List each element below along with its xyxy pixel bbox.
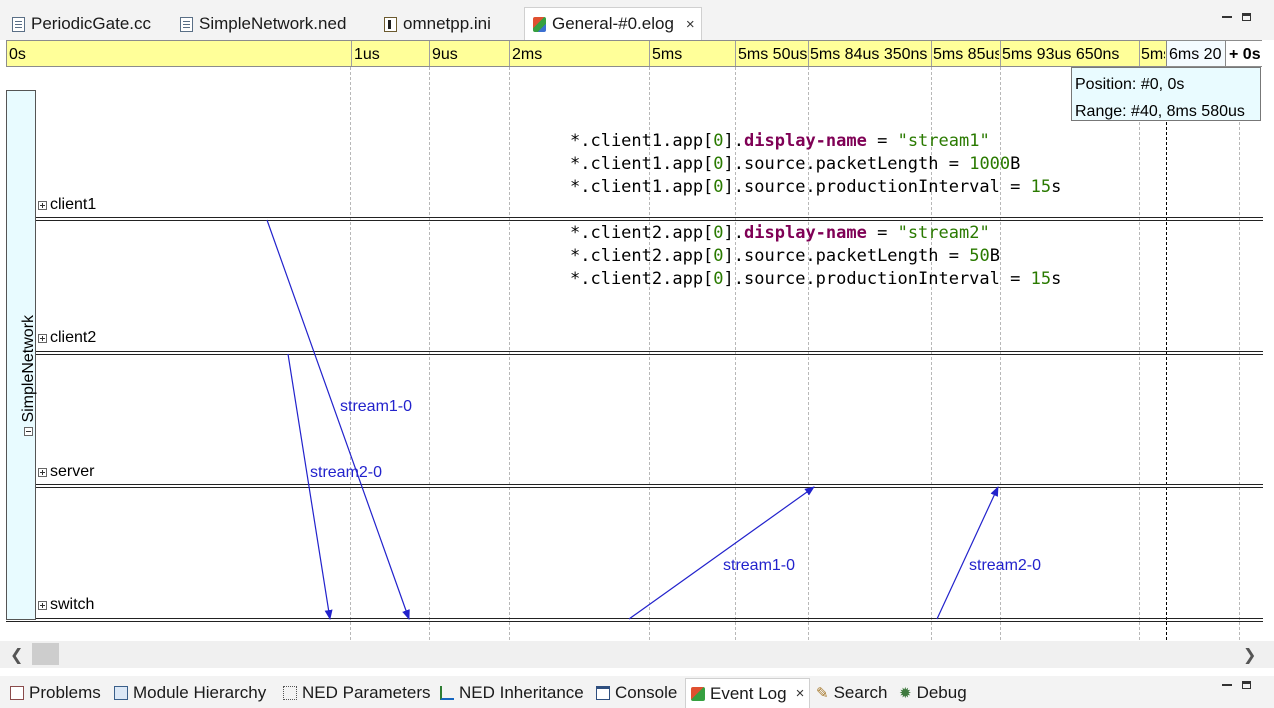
message-label[interactable]: stream1-0 xyxy=(723,557,795,575)
search-icon: ✎ xyxy=(816,685,829,702)
debug-icon: ✹ xyxy=(899,685,912,702)
tab-label: Problems xyxy=(29,683,101,702)
module-name: client1 xyxy=(50,196,97,213)
scrollbar-thumb[interactable] xyxy=(32,643,59,665)
message-label[interactable]: stream2-0 xyxy=(969,557,1041,575)
tab-event-log[interactable]: Event Log × xyxy=(685,678,811,708)
expand-icon[interactable] xyxy=(38,467,47,477)
message-label[interactable]: stream2-0 xyxy=(310,464,382,482)
message-arrow-stream2-switch-to-server[interactable] xyxy=(936,486,999,620)
expand-icon[interactable] xyxy=(38,333,47,343)
tab-ned-parameters[interactable]: NED Parameters xyxy=(283,678,430,708)
config-line: *.client2.app[0].source.packetLength = 5… xyxy=(570,246,1000,266)
module-label-client2[interactable]: client2 xyxy=(38,329,96,347)
event-log-icon xyxy=(691,686,705,701)
maximize-icon[interactable] xyxy=(1242,681,1251,689)
group-label-text: SimpleNetwork xyxy=(20,314,37,423)
tab-search[interactable]: ✎ Search xyxy=(816,678,887,708)
group-label: SimpleNetwork xyxy=(20,315,38,436)
message-arrow-stream1-client1-to-switch[interactable] xyxy=(266,219,410,620)
expand-icon[interactable] xyxy=(38,600,47,610)
tab-label: Event Log xyxy=(710,683,787,703)
expand-icon[interactable] xyxy=(38,200,47,210)
config-line: *.client1.app[0].display-name = "stream1… xyxy=(570,131,990,151)
module-label-client1[interactable]: client1 xyxy=(38,196,96,214)
close-icon[interactable]: × xyxy=(796,685,805,702)
tab-module-hierarchy[interactable]: Module Hierarchy xyxy=(114,678,266,708)
tab-label: Debug xyxy=(916,683,967,702)
config-line: *.client1.app[0].source.packetLength = 1… xyxy=(570,154,1021,174)
console-icon xyxy=(596,686,610,700)
scroll-right-icon[interactable]: ❯ xyxy=(1243,645,1256,665)
tab-label: Search xyxy=(833,683,888,702)
tooltip-range: Range: #40, 8ms 580us xyxy=(1075,103,1245,120)
message-arrow-stream2-client2-to-switch[interactable] xyxy=(287,353,333,620)
config-line: *.client2.app[0].display-name = "stream2… xyxy=(570,223,990,243)
tab-problems[interactable]: Problems xyxy=(10,678,101,708)
problems-icon xyxy=(10,686,24,700)
position-tooltip: Position: #0, 0s Range: #40, 8ms 580us xyxy=(1071,67,1261,121)
views-tab-bar: Problems Module Hierarchy NED Parameters… xyxy=(0,676,1274,708)
horizontal-scrollbar[interactable]: ❮ ❯ xyxy=(0,641,1274,668)
minimize-icon[interactable] xyxy=(1222,684,1232,686)
tab-label: NED Parameters xyxy=(302,683,431,702)
ned-inheritance-icon xyxy=(440,686,454,700)
config-line: *.client2.app[0].source.productionInterv… xyxy=(570,269,1062,289)
tab-label: NED Inheritance xyxy=(459,683,584,702)
module-hierarchy-icon xyxy=(114,686,128,700)
tab-label: Module Hierarchy xyxy=(133,683,267,702)
tab-debug[interactable]: ✹ Debug xyxy=(899,678,967,708)
message-label[interactable]: stream1-0 xyxy=(340,398,412,416)
module-name: client2 xyxy=(50,329,97,346)
ned-parameters-icon xyxy=(283,686,297,700)
config-line: *.client1.app[0].source.productionInterv… xyxy=(570,177,1062,197)
collapse-icon[interactable] xyxy=(24,427,33,436)
tab-console[interactable]: Console xyxy=(596,678,677,708)
module-label-switch[interactable]: switch xyxy=(38,596,94,614)
message-arrow-stream1-switch-to-server[interactable] xyxy=(628,486,815,620)
tab-label: Console xyxy=(615,683,678,702)
module-name: server xyxy=(50,463,95,480)
module-group-simplenetwork[interactable]: SimpleNetwork xyxy=(6,90,38,620)
tooltip-position: Position: #0, 0s xyxy=(1075,76,1185,93)
scroll-left-icon[interactable]: ❮ xyxy=(10,645,23,665)
module-label-server[interactable]: server xyxy=(38,463,94,481)
tab-ned-inheritance[interactable]: NED Inheritance xyxy=(440,678,584,708)
module-name: switch xyxy=(50,596,95,613)
